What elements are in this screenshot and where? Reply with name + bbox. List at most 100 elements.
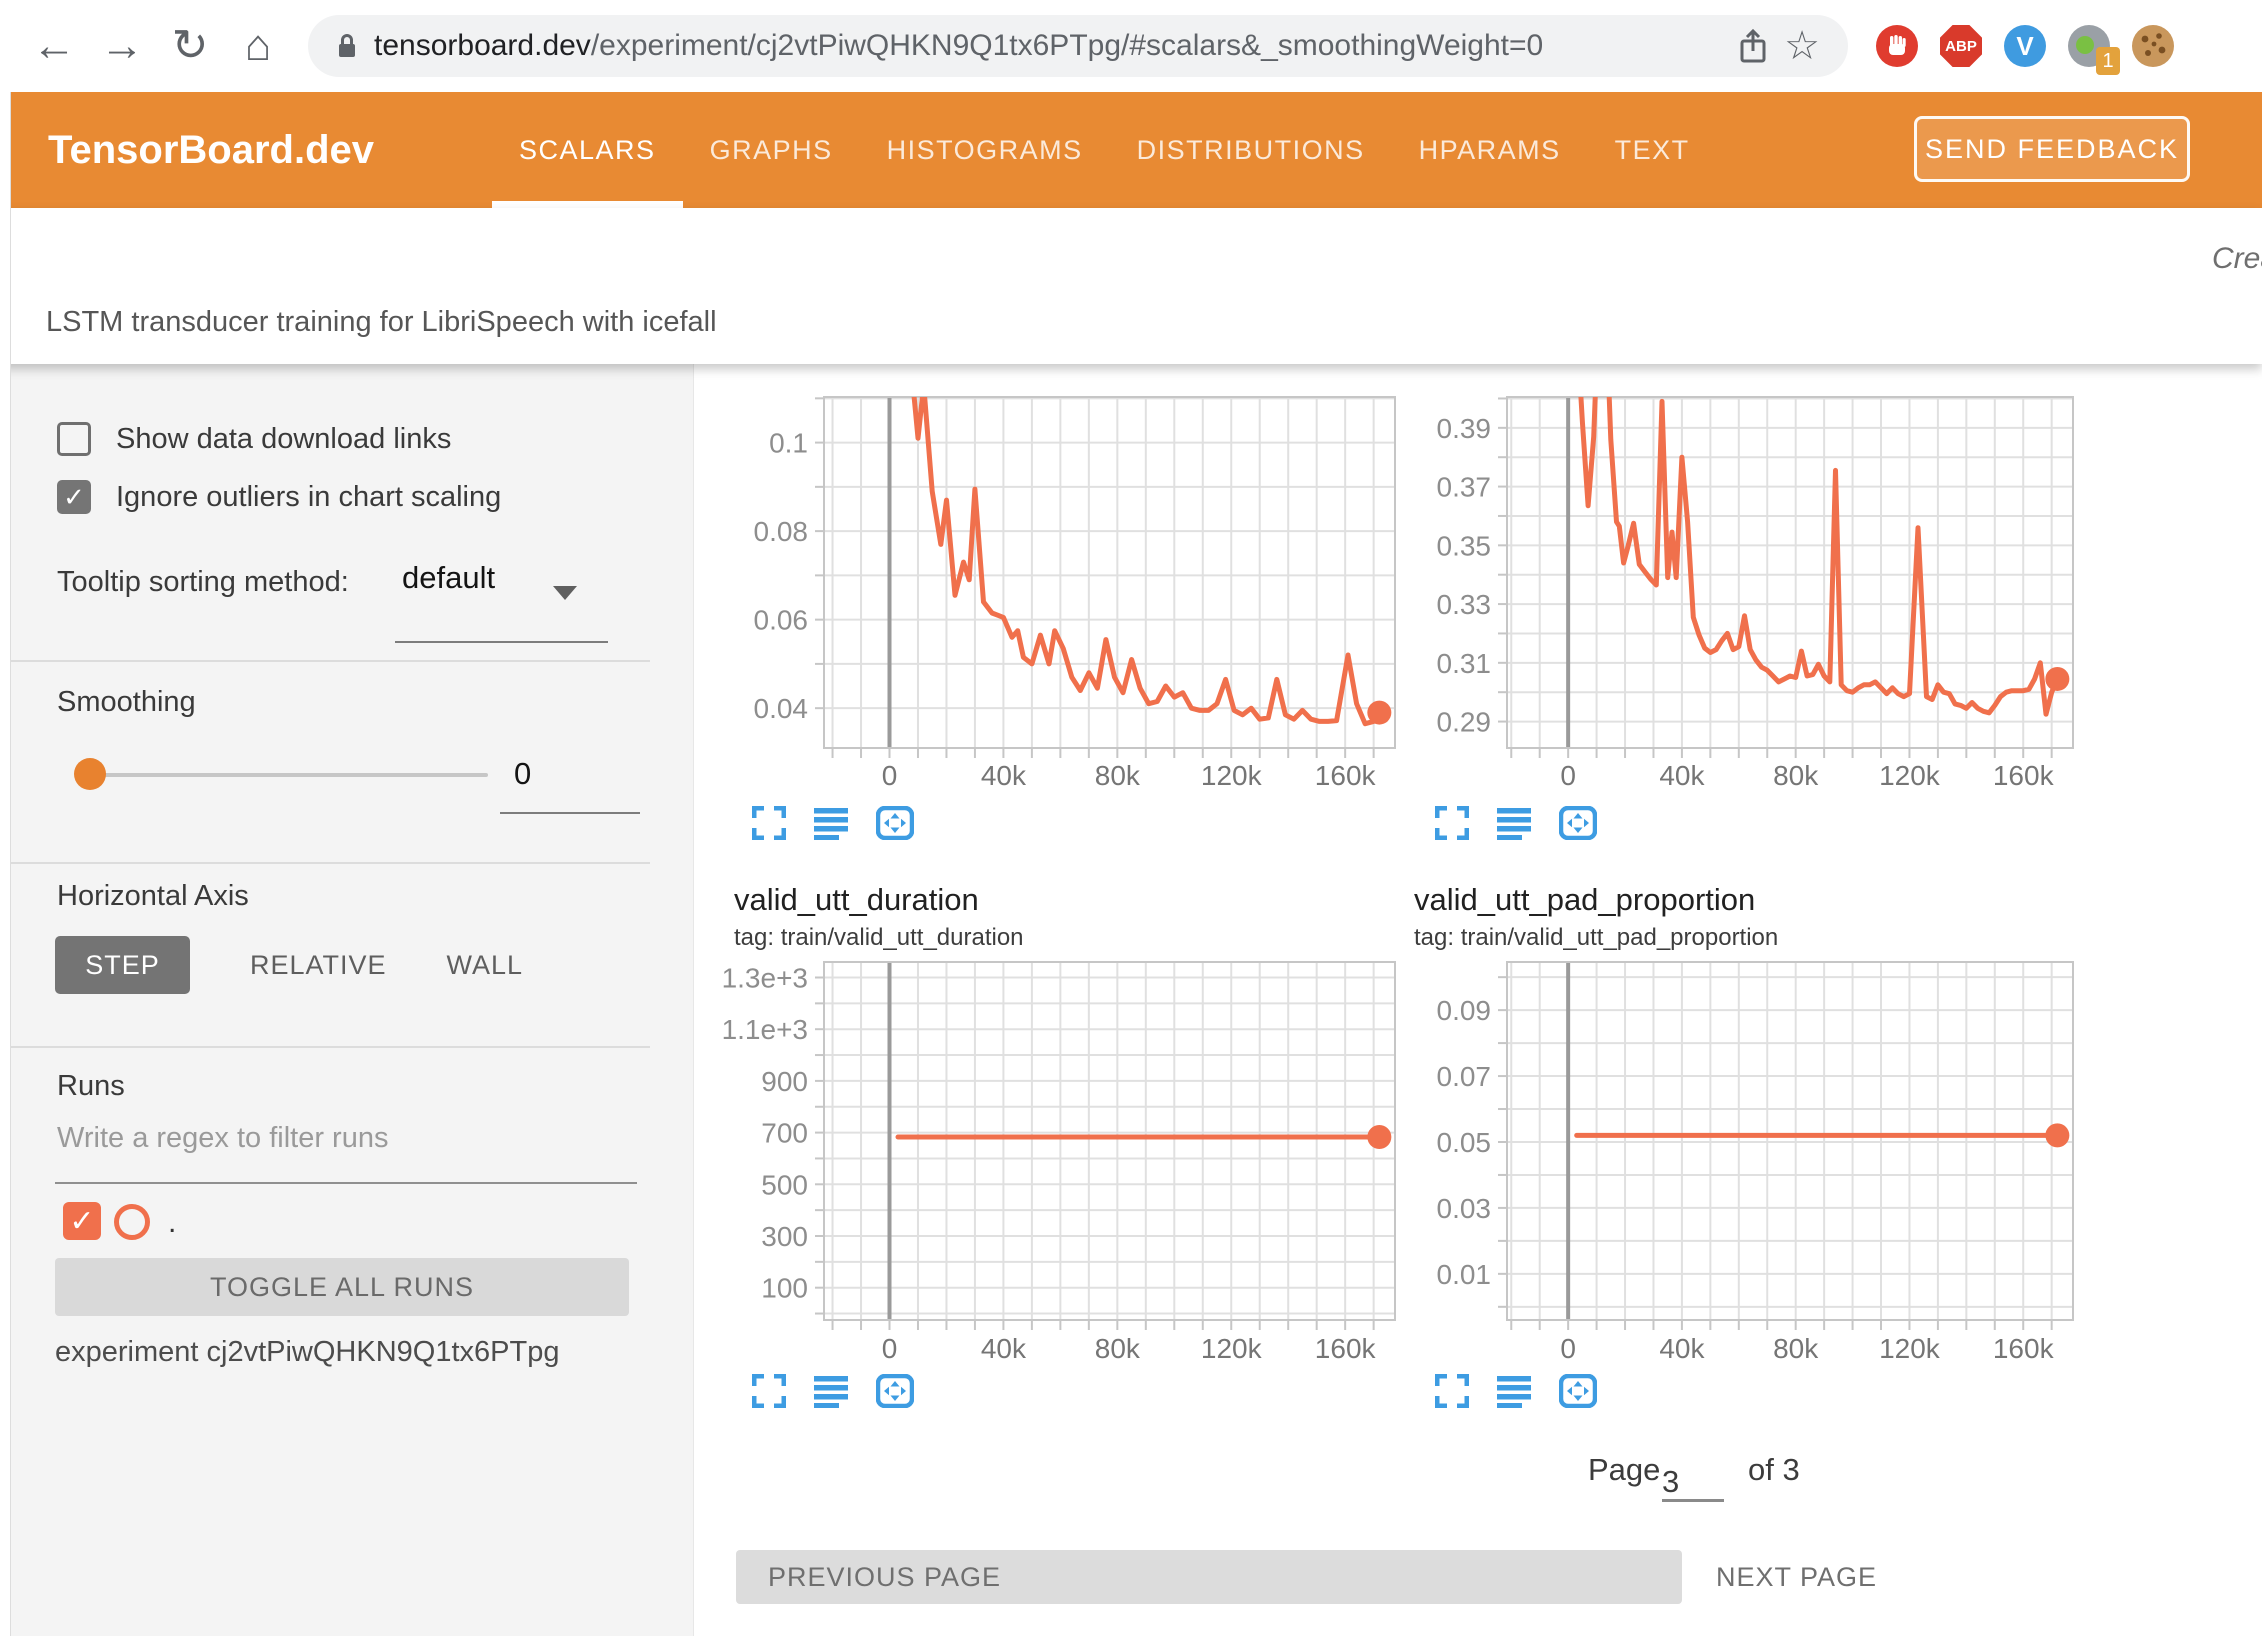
forward-icon[interactable]: → [92, 0, 152, 92]
svg-text:0.35: 0.35 [1437, 530, 1492, 561]
show-download-links-label: Show data download links [116, 422, 451, 456]
tooltip-sorting-select[interactable]: default [402, 560, 495, 596]
chart-card: valid_utt_pad_proportion tag: train/vali… [1380, 880, 2080, 1425]
pan-zoom-icon[interactable] [876, 806, 914, 840]
tab-histograms[interactable]: HISTOGRAMS [860, 92, 1110, 208]
svg-text:0: 0 [882, 1333, 898, 1364]
svg-text:500: 500 [761, 1169, 808, 1200]
cookie-extension-icon[interactable] [2132, 25, 2174, 67]
svg-text:300: 300 [761, 1221, 808, 1252]
expand-chart-icon[interactable] [752, 1374, 786, 1408]
scalar-chart[interactable]: 0.290.310.330.350.370.39040k80k120k160k [1380, 358, 2080, 858]
page-number-input[interactable]: 3 [1662, 1452, 1724, 1502]
chevron-down-icon[interactable] [553, 586, 577, 600]
adblock-hand-extension-icon[interactable] [1876, 25, 1918, 67]
send-feedback-button[interactable]: SEND FEEDBACK [1914, 116, 2190, 182]
svg-text:40k: 40k [1659, 760, 1705, 791]
bookmark-star-icon[interactable]: ☆ [1784, 23, 1820, 69]
svg-text:160k: 160k [1993, 760, 2055, 791]
pan-zoom-icon[interactable] [876, 1374, 914, 1408]
svg-text:1.1e+3: 1.1e+3 [722, 1014, 808, 1045]
tab-text[interactable]: TEXT [1588, 92, 1717, 208]
runs-label: Runs [57, 1070, 125, 1103]
tab-graphs[interactable]: GRAPHS [683, 92, 860, 208]
chart-toolbar [1435, 1374, 1597, 1408]
svg-text:0.08: 0.08 [754, 516, 809, 547]
share-icon[interactable] [1738, 27, 1768, 65]
show-download-links-checkbox[interactable] [57, 422, 91, 456]
runs-list-icon[interactable] [1497, 1374, 1531, 1408]
abp-extension-icon[interactable]: ABP [1940, 25, 1982, 67]
chart-card: 0.040.060.080.1040k80k120k160k [700, 358, 1400, 858]
experiment-description: LSTM transducer training for LibriSpeech… [46, 306, 717, 339]
expand-chart-icon[interactable] [1435, 1374, 1469, 1408]
chart-toolbar [1435, 806, 1597, 840]
svg-text:0.07: 0.07 [1437, 1061, 1492, 1092]
left-gutter [0, 92, 11, 1636]
svg-text:0.09: 0.09 [1437, 995, 1492, 1026]
home-icon[interactable]: ⌂ [228, 0, 288, 92]
pan-zoom-icon[interactable] [1559, 806, 1597, 840]
svg-text:160k: 160k [1315, 760, 1377, 791]
smoothing-label: Smoothing [57, 686, 196, 719]
axis-wall-button[interactable]: WALL [447, 950, 524, 981]
svg-text:40k: 40k [981, 760, 1027, 791]
svg-text:120k: 120k [1879, 760, 1941, 791]
expand-chart-icon[interactable] [1435, 806, 1469, 840]
svg-text:0.01: 0.01 [1437, 1259, 1492, 1290]
horizontal-axis-options: STEP RELATIVE WALL [55, 936, 523, 994]
svg-text:0.04: 0.04 [754, 693, 809, 724]
scalar-chart[interactable]: 0.010.030.050.070.09040k80k120k160k [1380, 880, 2080, 1425]
smoothing-slider-track[interactable] [88, 773, 488, 777]
runs-list-icon[interactable] [1497, 806, 1531, 840]
expand-chart-icon[interactable] [752, 806, 786, 840]
svg-text:0.31: 0.31 [1437, 648, 1492, 679]
smoothing-value-input[interactable]: 0 [514, 756, 531, 792]
address-bar[interactable]: tensorboard.dev/experiment/cj2vtPiwQHKN9… [308, 15, 1848, 77]
axis-step-button[interactable]: STEP [55, 936, 190, 994]
svg-text:40k: 40k [1659, 1333, 1705, 1364]
run-checkbox[interactable]: ✓ [63, 1202, 101, 1240]
smoothing-slider-thumb[interactable] [74, 758, 106, 790]
svg-text:0.33: 0.33 [1437, 589, 1492, 620]
back-icon[interactable]: ← [24, 0, 84, 92]
page-of-label: of 3 [1748, 1452, 1800, 1488]
toggle-all-runs-button[interactable]: TOGGLE ALL RUNS [55, 1258, 629, 1316]
runs-list-icon[interactable] [814, 1374, 848, 1408]
run-name: . [168, 1206, 176, 1240]
runs-filter-input[interactable]: Write a regex to filter runs [57, 1122, 388, 1155]
runs-filter-underline [55, 1182, 637, 1184]
tab-hparams[interactable]: HPARAMS [1392, 92, 1588, 208]
svg-text:120k: 120k [1879, 1333, 1941, 1364]
tab-scalars[interactable]: SCALARS [492, 92, 683, 208]
svg-text:0.39: 0.39 [1437, 413, 1492, 444]
smoothing-value-underline [500, 812, 640, 814]
svg-text:0: 0 [882, 760, 898, 791]
svg-text:100: 100 [761, 1273, 808, 1304]
ignore-outliers-checkbox[interactable]: ✓ [57, 480, 91, 514]
scalar-chart[interactable]: 1003005007009001.1e+31.3e+3040k80k120k16… [700, 880, 1400, 1425]
divider [10, 862, 650, 864]
created-text-fragment: Crea [2212, 242, 2262, 276]
divider [10, 660, 650, 662]
reload-icon[interactable]: ↻ [160, 0, 220, 92]
next-page-button[interactable]: NEXT PAGE [1716, 1550, 1877, 1604]
tab-distributions[interactable]: DISTRIBUTIONS [1110, 92, 1392, 208]
v-extension-icon[interactable]: V [2004, 25, 2046, 67]
svg-text:0: 0 [1560, 1333, 1576, 1364]
runs-list-icon[interactable] [814, 806, 848, 840]
tensorboard-logo[interactable]: TensorBoard.dev [48, 92, 374, 208]
previous-page-button[interactable]: PREVIOUS PAGE [736, 1550, 1682, 1604]
scalar-chart[interactable]: 0.040.060.080.1040k80k120k160k [700, 358, 1400, 858]
svg-text:80k: 80k [1095, 760, 1141, 791]
profile-extension-icon[interactable]: 1 [2068, 25, 2110, 67]
svg-text:0.06: 0.06 [754, 605, 809, 636]
axis-relative-button[interactable]: RELATIVE [250, 950, 387, 981]
chart-card: valid_utt_duration tag: train/valid_utt_… [700, 880, 1400, 1425]
extension-badge: 1 [2096, 47, 2120, 75]
pan-zoom-icon[interactable] [1559, 1374, 1597, 1408]
divider [10, 1046, 650, 1048]
svg-text:80k: 80k [1773, 760, 1819, 791]
lock-icon [336, 32, 358, 60]
description-band: Crea LSTM transducer training for LibriS… [0, 208, 2262, 364]
